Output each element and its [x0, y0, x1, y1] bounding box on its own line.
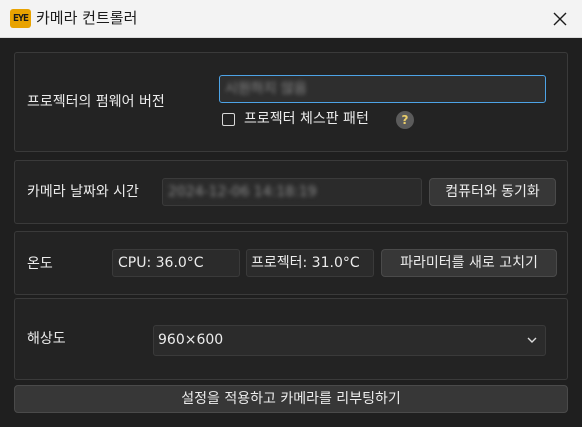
datetime-group: 카메라 날짜와 시간 2024-12-06 14:18:19 컴퓨터와 동기화	[14, 160, 568, 224]
resolution-select[interactable]: 960×600	[153, 325, 546, 356]
chevron-down-icon	[527, 337, 537, 343]
apply-and-reboot-button[interactable]: 설정을 적용하고 카메라를 리부팅하기	[14, 385, 568, 413]
firmware-version-value: 시원하지 않음	[225, 81, 307, 97]
datetime-field[interactable]: 2024-12-06 14:18:19	[162, 178, 422, 206]
checkerboard-label[interactable]: 프로젝터 체스판 패턴	[244, 109, 369, 129]
help-icon[interactable]: ?	[396, 111, 414, 129]
projector-temperature-field: 프로젝터: 31.0°C	[246, 249, 374, 277]
refresh-parameters-button[interactable]: 파라미터를 새로 고치기	[381, 249, 557, 277]
temperature-group: 온도 CPU: 36.0°C 프로젝터: 31.0°C 파라미터를 새로 고치기	[14, 231, 568, 295]
close-icon	[553, 12, 567, 26]
datetime-value: 2024-12-06 14:18:19	[168, 184, 317, 200]
firmware-version-field[interactable]: 시원하지 않음	[219, 75, 546, 103]
cpu-temperature-field: CPU: 36.0°C	[112, 249, 240, 277]
app-logo-icon: EYE	[10, 9, 31, 28]
resolution-label: 해상도	[27, 331, 66, 347]
resolution-group: 해상도 960×600	[14, 298, 568, 380]
resolution-selected-value: 960×600	[158, 332, 224, 348]
checkerboard-checkbox[interactable]	[222, 113, 235, 126]
close-button[interactable]	[548, 8, 572, 30]
window-title: 카메라 컨트롤러	[36, 9, 138, 27]
datetime-label: 카메라 날짜와 시간	[27, 184, 139, 200]
sync-with-computer-button[interactable]: 컴퓨터와 동기화	[429, 178, 556, 206]
title-bar: EYE 카메라 컨트롤러	[0, 0, 582, 38]
temperature-label: 온도	[27, 256, 53, 272]
firmware-label: 프로젝터의 펌웨어 버전	[27, 94, 165, 110]
firmware-group: 프로젝터의 펌웨어 버전 시원하지 않음 프로젝터 체스판 패턴 ?	[14, 52, 568, 152]
